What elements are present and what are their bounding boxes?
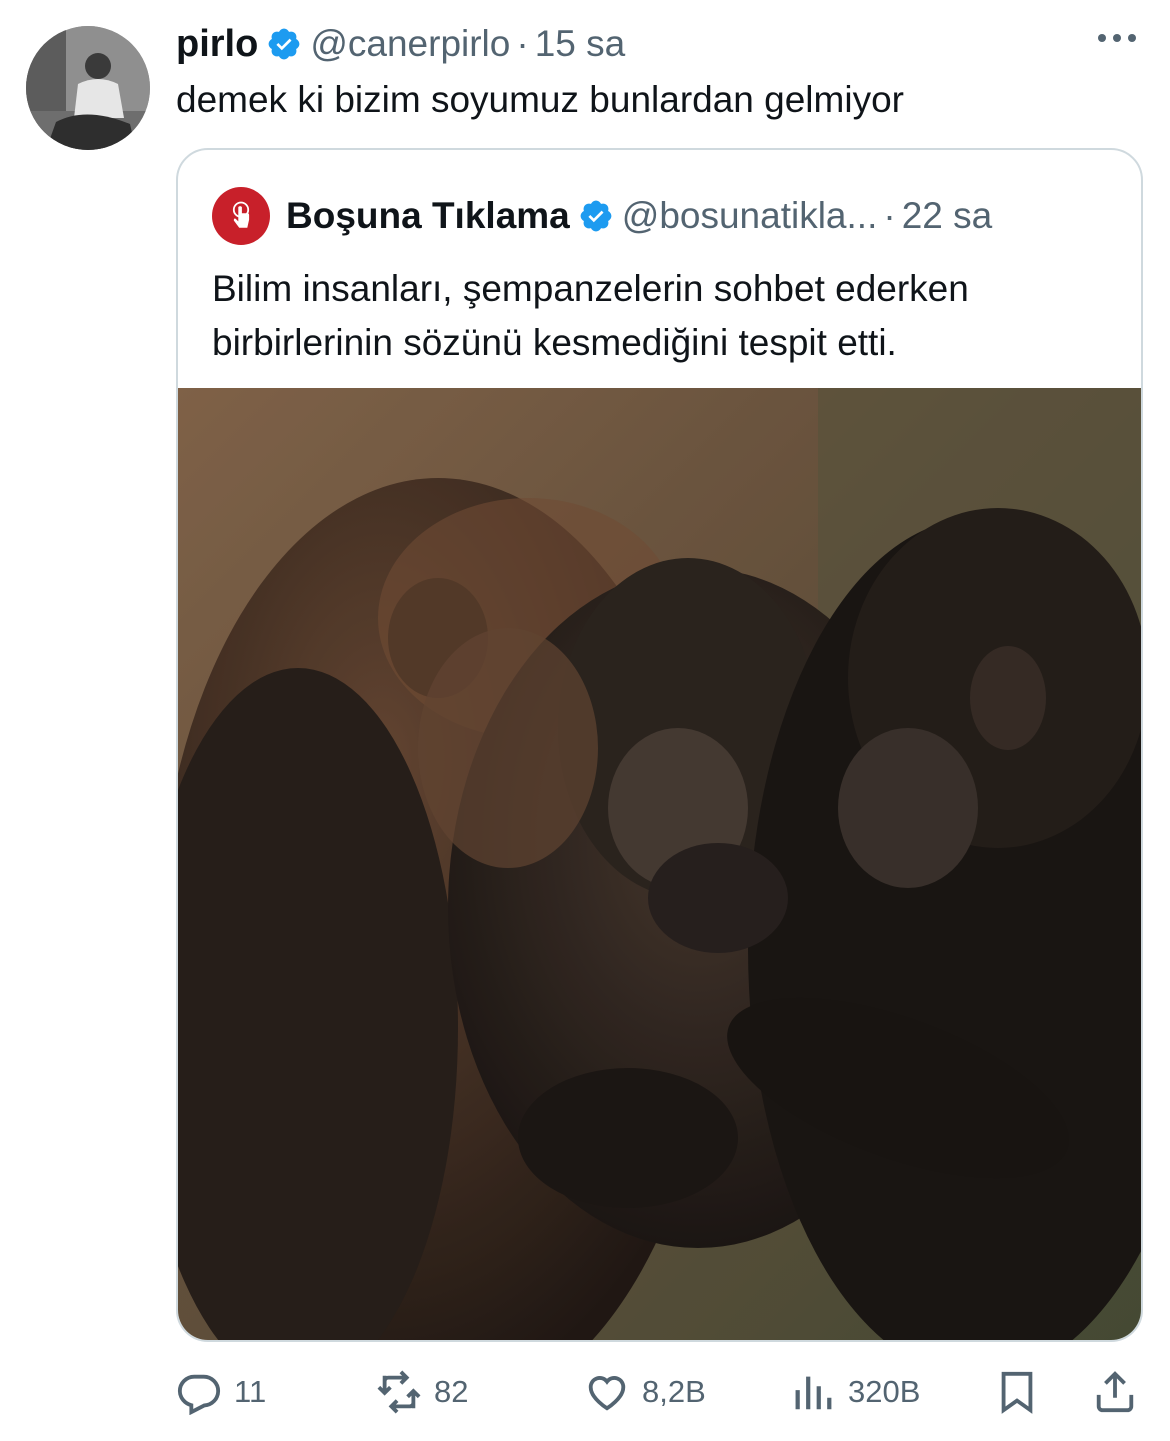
separator-dot: ·	[516, 23, 529, 64]
quoted-tweet-header: Boşuna Tıklama @bosunatikla... · 22 sa	[212, 187, 993, 245]
verified-badge-icon	[578, 198, 614, 234]
like-button[interactable]: 8,2B	[584, 1362, 706, 1422]
bookmark-button[interactable]	[994, 1362, 1040, 1422]
views-button[interactable]: 320B	[790, 1362, 920, 1422]
chimpanzees-photo[interactable]	[178, 388, 1141, 1340]
tweet-text: demek ki bizim soyumuz bunlardan gelmiyo…	[176, 79, 904, 120]
share-icon	[1096, 1371, 1134, 1413]
views-icon	[795, 1376, 832, 1410]
reply-count: 11	[234, 1374, 267, 1409]
quoted-author-handle: @bosunatikla...	[621, 195, 878, 236]
action-bar: 11 82 8,2B 320B	[176, 1362, 1146, 1422]
quoted-author-avatar	[212, 187, 270, 245]
more-icon[interactable]	[1098, 34, 1136, 42]
quoted-tweet-text: Bilim insanları, şempanzelerin sohbet ed…	[212, 268, 969, 363]
tweet-header: pirlo @canerpirlo · 15 sa	[176, 20, 625, 68]
share-button[interactable]	[1092, 1362, 1138, 1422]
author-display-name[interactable]: pirlo	[176, 23, 258, 66]
author-avatar[interactable]	[26, 26, 150, 150]
separator-dot: ·	[883, 195, 896, 236]
reply-icon	[177, 1374, 221, 1415]
views-count: 320B	[848, 1374, 921, 1409]
bookmark-icon	[1001, 1371, 1033, 1414]
like-icon	[588, 1376, 626, 1411]
author-handle[interactable]: @canerpirlo	[310, 23, 510, 65]
verified-badge-icon	[266, 26, 302, 62]
quoted-tweet-card[interactable]: Boşuna Tıklama @bosunatikla... · 22 sa B…	[176, 148, 1143, 1342]
quoted-author-display-name: Boşuna Tıklama	[286, 195, 570, 236]
repost-button[interactable]: 82	[376, 1362, 468, 1422]
repost-icon	[377, 1370, 421, 1414]
tweet-time[interactable]: 15 sa	[535, 23, 626, 65]
reply-button[interactable]: 11	[176, 1362, 266, 1422]
pointer-hand-icon	[232, 201, 250, 228]
like-count: 8,2B	[642, 1374, 706, 1409]
repost-count: 82	[434, 1374, 469, 1409]
quoted-tweet-time: 22 sa	[901, 195, 993, 236]
